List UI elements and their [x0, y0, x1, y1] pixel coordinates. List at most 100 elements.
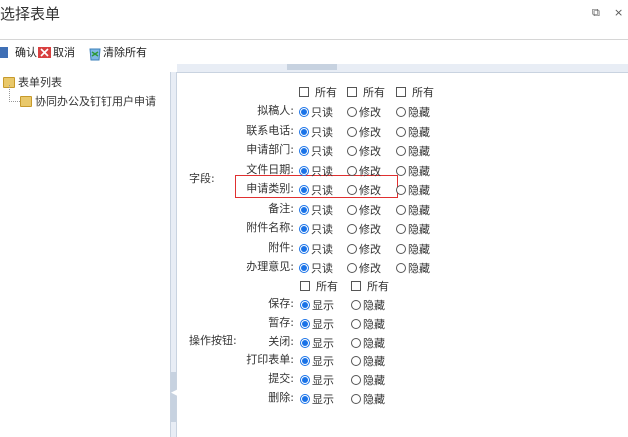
radio-button[interactable]: [300, 356, 310, 367]
option-fields_section-8-0[interactable]: 只读: [299, 260, 333, 276]
option-fields_section-8-1[interactable]: 修改: [347, 260, 381, 276]
radio-button[interactable]: [396, 224, 406, 234]
close-icon[interactable]: ×: [614, 6, 623, 19]
pane-splitter[interactable]: ◀: [170, 72, 178, 437]
option-fields_section-7-0[interactable]: 只读: [299, 241, 333, 257]
option-buttons_section-1-1[interactable]: 隐藏: [351, 316, 385, 332]
confirm-button[interactable]: 确认: [0, 44, 37, 60]
cancel-button[interactable]: 取消: [38, 44, 75, 60]
radio-button[interactable]: [347, 107, 357, 117]
option-fields_section-7-1[interactable]: 修改: [347, 241, 381, 257]
radio-button[interactable]: [347, 185, 357, 195]
option-fields_section-3-1[interactable]: 修改: [347, 163, 381, 179]
radio-button[interactable]: [347, 126, 357, 137]
option-buttons_section-4-1[interactable]: 隐藏: [351, 372, 385, 388]
option-fields_section-2-0[interactable]: 只读: [299, 143, 333, 159]
option-fields_section-0-0[interactable]: 只读: [299, 104, 333, 120]
radio-button[interactable]: [351, 394, 361, 404]
radio-button[interactable]: [299, 185, 309, 195]
radio-button[interactable]: [299, 263, 309, 273]
option-fields_section-5-1[interactable]: 修改: [347, 202, 381, 218]
option-fields_section-0-1[interactable]: 修改: [347, 104, 381, 120]
select-all-buttons_section-0[interactable]: 所有: [300, 278, 338, 294]
option-fields_section-6-0[interactable]: 只读: [299, 221, 333, 237]
radio-button[interactable]: [299, 146, 309, 156]
radio-button[interactable]: [351, 318, 361, 329]
option-fields_section-5-2[interactable]: 隐藏: [396, 202, 430, 218]
select-all-checkbox[interactable]: [347, 87, 357, 97]
option-fields_section-6-1[interactable]: 修改: [347, 221, 381, 237]
radio-button[interactable]: [351, 337, 361, 348]
row-label-text: 附件名称:: [246, 221, 294, 234]
radio-button[interactable]: [396, 107, 406, 117]
radio-button[interactable]: [347, 146, 357, 156]
option-buttons_section-3-0[interactable]: 显示: [300, 353, 334, 369]
radio-button[interactable]: [347, 263, 357, 273]
select-all-fields_section-2[interactable]: 所有: [396, 84, 434, 100]
option-fields_section-1-2[interactable]: 隐藏: [396, 124, 430, 140]
radio-button[interactable]: [351, 300, 361, 310]
option-label: 隐藏: [363, 299, 385, 312]
radio-button[interactable]: [299, 107, 309, 117]
select-all-buttons_section-1[interactable]: 所有: [351, 278, 389, 294]
radio-button[interactable]: [347, 165, 357, 176]
tree-child-item[interactable]: 协同办公及钉钉用户申请: [20, 93, 156, 109]
select-all-fields_section-0[interactable]: 所有: [299, 84, 337, 100]
option-fields_section-6-2[interactable]: 隐藏: [396, 221, 430, 237]
radio-button[interactable]: [396, 263, 406, 273]
radio-button[interactable]: [300, 318, 310, 329]
radio-button[interactable]: [347, 243, 357, 254]
radio-button[interactable]: [300, 394, 310, 404]
option-buttons_section-2-1[interactable]: 隐藏: [351, 335, 385, 351]
option-buttons_section-5-1[interactable]: 隐藏: [351, 391, 385, 407]
option-buttons_section-5-0[interactable]: 显示: [300, 391, 334, 407]
radio-button[interactable]: [396, 185, 406, 195]
option-fields_section-2-1[interactable]: 修改: [347, 143, 381, 159]
radio-button[interactable]: [396, 126, 406, 137]
radio-button[interactable]: [396, 146, 406, 156]
option-buttons_section-0-0[interactable]: 显示: [300, 297, 334, 313]
radio-button[interactable]: [396, 243, 406, 254]
select-all-fields_section-1[interactable]: 所有: [347, 84, 385, 100]
radio-button[interactable]: [351, 356, 361, 367]
option-buttons_section-3-1[interactable]: 隐藏: [351, 353, 385, 369]
radio-button[interactable]: [351, 375, 361, 386]
option-buttons_section-1-0[interactable]: 显示: [300, 316, 334, 332]
top-collapse-handle[interactable]: [287, 64, 337, 70]
option-fields_section-1-1[interactable]: 修改: [347, 124, 381, 140]
restore-icon[interactable]: ⧉: [592, 6, 600, 20]
radio-button[interactable]: [300, 375, 310, 386]
radio-button[interactable]: [396, 204, 406, 215]
option-fields_section-8-2[interactable]: 隐藏: [396, 260, 430, 276]
option-fields_section-4-2[interactable]: 隐藏: [396, 182, 430, 198]
radio-button[interactable]: [396, 165, 406, 176]
radio-button[interactable]: [347, 204, 357, 215]
option-fields_section-7-2[interactable]: 隐藏: [396, 241, 430, 257]
radio-button[interactable]: [300, 300, 310, 310]
option-fields_section-4-1[interactable]: 修改: [347, 182, 381, 198]
radio-button[interactable]: [300, 337, 310, 348]
radio-button[interactable]: [299, 165, 309, 176]
clear-all-button[interactable]: 清除所有: [88, 44, 147, 60]
select-all-checkbox[interactable]: [299, 87, 309, 97]
radio-button[interactable]: [299, 126, 309, 137]
collapse-handle[interactable]: ◀: [171, 372, 178, 422]
option-fields_section-5-0[interactable]: 只读: [299, 202, 333, 218]
option-fields_section-0-2[interactable]: 隐藏: [396, 104, 430, 120]
select-all-checkbox[interactable]: [351, 281, 361, 291]
option-buttons_section-4-0[interactable]: 显示: [300, 372, 334, 388]
radio-button[interactable]: [299, 224, 309, 234]
radio-button[interactable]: [299, 243, 309, 254]
option-fields_section-4-0[interactable]: 只读: [299, 182, 333, 198]
radio-button[interactable]: [299, 204, 309, 215]
select-all-checkbox[interactable]: [300, 281, 310, 291]
select-all-checkbox[interactable]: [396, 87, 406, 97]
top-collapse-bar[interactable]: [177, 64, 628, 73]
option-fields_section-1-0[interactable]: 只读: [299, 124, 333, 140]
option-fields_section-3-0[interactable]: 只读: [299, 163, 333, 179]
option-fields_section-2-2[interactable]: 隐藏: [396, 143, 430, 159]
option-buttons_section-2-0[interactable]: 显示: [300, 335, 334, 351]
option-buttons_section-0-1[interactable]: 隐藏: [351, 297, 385, 313]
option-fields_section-3-2[interactable]: 隐藏: [396, 163, 430, 179]
radio-button[interactable]: [347, 224, 357, 234]
